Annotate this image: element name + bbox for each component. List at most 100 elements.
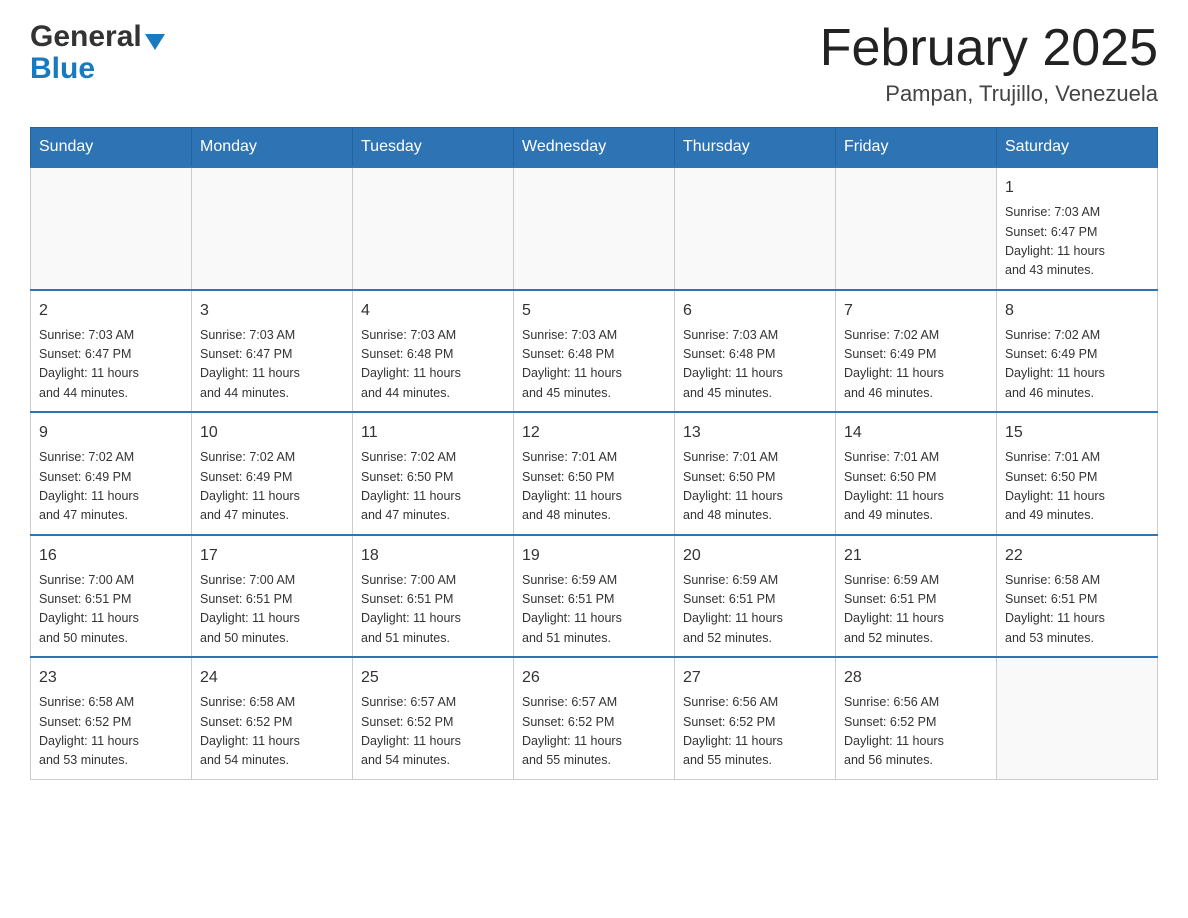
calendar-cell bbox=[514, 167, 675, 290]
day-info: Sunrise: 6:57 AMSunset: 6:52 PMDaylight:… bbox=[361, 693, 505, 771]
day-info: Sunrise: 7:02 AMSunset: 6:49 PMDaylight:… bbox=[844, 326, 988, 404]
day-number: 5 bbox=[522, 299, 666, 323]
calendar-cell: 4 Sunrise: 7:03 AMSunset: 6:48 PMDaylight… bbox=[353, 290, 514, 413]
calendar-week-row: 9 Sunrise: 7:02 AMSunset: 6:49 PMDaylight… bbox=[31, 412, 1158, 535]
day-info: Sunrise: 7:02 AMSunset: 6:50 PMDaylight:… bbox=[361, 448, 505, 526]
weekday-header-monday: Monday bbox=[192, 128, 353, 168]
weekday-header-friday: Friday bbox=[836, 128, 997, 168]
day-info: Sunrise: 6:56 AMSunset: 6:52 PMDaylight:… bbox=[683, 693, 827, 771]
day-number: 9 bbox=[39, 421, 183, 445]
day-info: Sunrise: 7:01 AMSunset: 6:50 PMDaylight:… bbox=[683, 448, 827, 526]
month-title: February 2025 bbox=[820, 20, 1158, 77]
day-number: 26 bbox=[522, 666, 666, 690]
calendar-cell: 24 Sunrise: 6:58 AMSunset: 6:52 PMDayligh… bbox=[192, 657, 353, 779]
calendar-cell: 16 Sunrise: 7:00 AMSunset: 6:51 PMDayligh… bbox=[31, 535, 192, 658]
day-number: 25 bbox=[361, 666, 505, 690]
calendar-cell: 13 Sunrise: 7:01 AMSunset: 6:50 PMDayligh… bbox=[675, 412, 836, 535]
calendar-cell bbox=[675, 167, 836, 290]
day-number: 20 bbox=[683, 544, 827, 568]
day-info: Sunrise: 7:01 AMSunset: 6:50 PMDaylight:… bbox=[844, 448, 988, 526]
day-info: Sunrise: 7:00 AMSunset: 6:51 PMDaylight:… bbox=[200, 571, 344, 649]
calendar-cell bbox=[192, 167, 353, 290]
calendar-cell: 3Sunrise: 7:03 AMSunset: 6:47 PMDaylight… bbox=[192, 290, 353, 413]
calendar-cell: 15 Sunrise: 7:01 AMSunset: 6:50 PMDayligh… bbox=[997, 412, 1158, 535]
calendar-cell: 2Sunrise: 7:03 AMSunset: 6:47 PMDaylight… bbox=[31, 290, 192, 413]
day-info: Sunrise: 7:03 AMSunset: 6:48 PMDaylight:… bbox=[361, 326, 505, 404]
day-number: 4 bbox=[361, 299, 505, 323]
day-number: 3 bbox=[200, 299, 344, 323]
logo-general: General bbox=[30, 20, 142, 54]
calendar-week-row: 1Sunrise: 7:03 AMSunset: 6:47 PMDaylight… bbox=[31, 167, 1158, 290]
day-number: 14 bbox=[844, 421, 988, 445]
day-number: 23 bbox=[39, 666, 183, 690]
day-number: 16 bbox=[39, 544, 183, 568]
calendar-table: SundayMondayTuesdayWednesdayThursdayFrid… bbox=[30, 127, 1158, 780]
day-number: 21 bbox=[844, 544, 988, 568]
calendar-cell: 6 Sunrise: 7:03 AMSunset: 6:48 PMDaylight… bbox=[675, 290, 836, 413]
calendar-cell bbox=[997, 657, 1158, 779]
day-info: Sunrise: 6:58 AMSunset: 6:51 PMDaylight:… bbox=[1005, 571, 1149, 649]
weekday-header-tuesday: Tuesday bbox=[353, 128, 514, 168]
day-number: 1 bbox=[1005, 176, 1149, 200]
day-number: 15 bbox=[1005, 421, 1149, 445]
day-info: Sunrise: 7:00 AMSunset: 6:51 PMDaylight:… bbox=[39, 571, 183, 649]
day-number: 11 bbox=[361, 421, 505, 445]
day-number: 12 bbox=[522, 421, 666, 445]
day-info: Sunrise: 6:58 AMSunset: 6:52 PMDaylight:… bbox=[39, 693, 183, 771]
day-number: 2 bbox=[39, 299, 183, 323]
day-number: 13 bbox=[683, 421, 827, 445]
logo: General Blue bbox=[30, 20, 165, 84]
day-number: 28 bbox=[844, 666, 988, 690]
calendar-cell bbox=[353, 167, 514, 290]
calendar-cell: 20 Sunrise: 6:59 AMSunset: 6:51 PMDayligh… bbox=[675, 535, 836, 658]
calendar-week-row: 2Sunrise: 7:03 AMSunset: 6:47 PMDaylight… bbox=[31, 290, 1158, 413]
day-info: Sunrise: 6:59 AMSunset: 6:51 PMDaylight:… bbox=[522, 571, 666, 649]
day-info: Sunrise: 6:59 AMSunset: 6:51 PMDaylight:… bbox=[844, 571, 988, 649]
day-info: Sunrise: 7:02 AMSunset: 6:49 PMDaylight:… bbox=[1005, 326, 1149, 404]
day-info: Sunrise: 6:58 AMSunset: 6:52 PMDaylight:… bbox=[200, 693, 344, 771]
day-info: Sunrise: 7:03 AMSunset: 6:48 PMDaylight:… bbox=[522, 326, 666, 404]
day-number: 10 bbox=[200, 421, 344, 445]
weekday-header-thursday: Thursday bbox=[675, 128, 836, 168]
weekday-header-sunday: Sunday bbox=[31, 128, 192, 168]
day-info: Sunrise: 7:03 AMSunset: 6:48 PMDaylight:… bbox=[683, 326, 827, 404]
day-number: 24 bbox=[200, 666, 344, 690]
calendar-cell: 19 Sunrise: 6:59 AMSunset: 6:51 PMDayligh… bbox=[514, 535, 675, 658]
calendar-body: 1Sunrise: 7:03 AMSunset: 6:47 PMDaylight… bbox=[31, 167, 1158, 779]
day-info: Sunrise: 6:59 AMSunset: 6:51 PMDaylight:… bbox=[683, 571, 827, 649]
calendar-cell: 1Sunrise: 7:03 AMSunset: 6:47 PMDaylight… bbox=[997, 167, 1158, 290]
day-info: Sunrise: 7:00 AMSunset: 6:51 PMDaylight:… bbox=[361, 571, 505, 649]
calendar-cell bbox=[836, 167, 997, 290]
calendar-cell: 28 Sunrise: 6:56 AMSunset: 6:52 PMDayligh… bbox=[836, 657, 997, 779]
day-number: 17 bbox=[200, 544, 344, 568]
day-info: Sunrise: 6:56 AMSunset: 6:52 PMDaylight:… bbox=[844, 693, 988, 771]
calendar-cell: 22 Sunrise: 6:58 AMSunset: 6:51 PMDayligh… bbox=[997, 535, 1158, 658]
weekday-header-saturday: Saturday bbox=[997, 128, 1158, 168]
calendar-cell: 12Sunrise: 7:01 AMSunset: 6:50 PMDayligh… bbox=[514, 412, 675, 535]
weekday-row: SundayMondayTuesdayWednesdayThursdayFrid… bbox=[31, 128, 1158, 168]
calendar-week-row: 16 Sunrise: 7:00 AMSunset: 6:51 PMDayligh… bbox=[31, 535, 1158, 658]
calendar-cell: 7 Sunrise: 7:02 AMSunset: 6:49 PMDaylight… bbox=[836, 290, 997, 413]
day-info: Sunrise: 6:57 AMSunset: 6:52 PMDaylight:… bbox=[522, 693, 666, 771]
location-title: Pampan, Trujillo, Venezuela bbox=[820, 81, 1158, 107]
calendar-cell: 18 Sunrise: 7:00 AMSunset: 6:51 PMDayligh… bbox=[353, 535, 514, 658]
calendar-cell: 25 Sunrise: 6:57 AMSunset: 6:52 PMDayligh… bbox=[353, 657, 514, 779]
day-number: 19 bbox=[522, 544, 666, 568]
calendar-cell: 27Sunrise: 6:56 AMSunset: 6:52 PMDayligh… bbox=[675, 657, 836, 779]
calendar-cell: 17 Sunrise: 7:00 AMSunset: 6:51 PMDayligh… bbox=[192, 535, 353, 658]
day-number: 7 bbox=[844, 299, 988, 323]
weekday-header-wednesday: Wednesday bbox=[514, 128, 675, 168]
calendar-header: SundayMondayTuesdayWednesdayThursdayFrid… bbox=[31, 128, 1158, 168]
calendar-week-row: 23 Sunrise: 6:58 AMSunset: 6:52 PMDayligh… bbox=[31, 657, 1158, 779]
day-info: Sunrise: 7:01 AMSunset: 6:50 PMDaylight:… bbox=[1005, 448, 1149, 526]
day-number: 6 bbox=[683, 299, 827, 323]
calendar-cell: 8 Sunrise: 7:02 AMSunset: 6:49 PMDaylight… bbox=[997, 290, 1158, 413]
title-section: February 2025 Pampan, Trujillo, Venezuel… bbox=[820, 20, 1158, 107]
calendar-cell: 21 Sunrise: 6:59 AMSunset: 6:51 PMDayligh… bbox=[836, 535, 997, 658]
day-number: 18 bbox=[361, 544, 505, 568]
day-number: 8 bbox=[1005, 299, 1149, 323]
day-number: 22 bbox=[1005, 544, 1149, 568]
calendar-cell: 26 Sunrise: 6:57 AMSunset: 6:52 PMDayligh… bbox=[514, 657, 675, 779]
day-info: Sunrise: 7:02 AMSunset: 6:49 PMDaylight:… bbox=[39, 448, 183, 526]
calendar-cell: 5 Sunrise: 7:03 AMSunset: 6:48 PMDaylight… bbox=[514, 290, 675, 413]
